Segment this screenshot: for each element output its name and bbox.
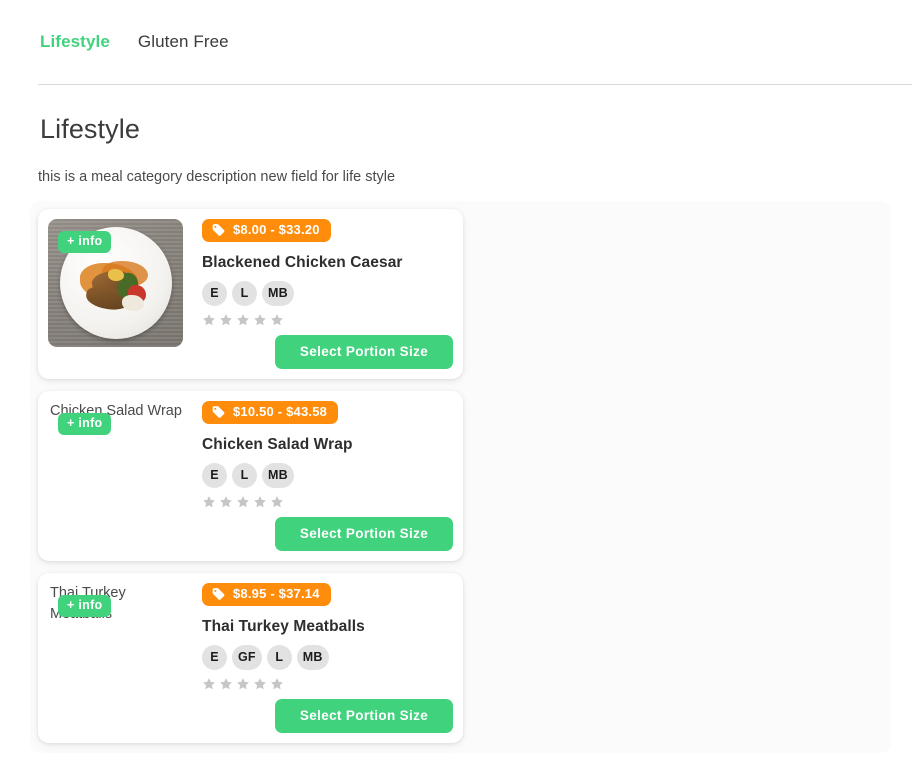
price-range-text: $8.00 - $33.20	[233, 222, 320, 237]
star-icon[interactable]	[219, 313, 233, 327]
meal-card-grid: + info $8.00 - $33.20 Blackened Chicken …	[38, 209, 883, 743]
rating-stars[interactable]	[202, 495, 453, 509]
card-actions: Select Portion Size	[202, 509, 453, 551]
meal-title: Thai Turkey Meatballs	[202, 618, 365, 635]
star-icon[interactable]	[236, 677, 250, 691]
star-icon[interactable]	[253, 495, 267, 509]
meal-thumbnail-area: Chicken Salad Wrap + info	[48, 401, 188, 551]
dietary-badge[interactable]: MB	[296, 645, 329, 670]
star-icon[interactable]	[253, 313, 267, 327]
dietary-badges: E L MB	[202, 463, 453, 488]
meal-card-container: + info $8.00 - $33.20 Blackened Chicken …	[30, 201, 891, 753]
more-info-button[interactable]: + info	[58, 413, 112, 435]
select-portion-size-button[interactable]: Select Portion Size	[275, 699, 453, 733]
card-actions: Select Portion Size	[202, 327, 453, 369]
price-tag-icon	[212, 588, 225, 600]
meal-card[interactable]: Thai Turkey Meatballs + info $8.95 - $37…	[38, 573, 463, 743]
category-content: Lifestyle this is a meal category descri…	[0, 113, 915, 761]
star-icon[interactable]	[219, 677, 233, 691]
select-portion-size-button[interactable]: Select Portion Size	[275, 335, 453, 369]
price-tag-icon	[212, 224, 225, 236]
star-icon[interactable]	[270, 677, 284, 691]
meal-details: $10.50 - $43.58 Chicken Salad Wrap E L M…	[188, 401, 453, 551]
category-tab-bar: Lifestyle Gluten Free	[0, 0, 915, 85]
meal-card[interactable]: + info $8.00 - $33.20 Blackened Chicken …	[38, 209, 463, 379]
select-portion-size-button[interactable]: Select Portion Size	[275, 517, 453, 551]
meal-card[interactable]: Chicken Salad Wrap + info $10.50 - $43.5…	[38, 391, 463, 561]
meal-title: Blackened Chicken Caesar	[202, 254, 403, 271]
star-icon[interactable]	[270, 313, 284, 327]
price-range-badge: $8.00 - $33.20	[202, 219, 331, 242]
price-range-badge: $10.50 - $43.58	[202, 401, 339, 424]
page-title: Lifestyle	[40, 114, 140, 144]
more-info-button[interactable]: + info	[58, 231, 112, 253]
dietary-badge[interactable]: MB	[262, 281, 294, 306]
star-icon[interactable]	[253, 677, 267, 691]
rating-stars[interactable]	[202, 677, 453, 691]
star-icon[interactable]	[202, 313, 216, 327]
price-range-text: $8.95 - $37.14	[233, 586, 320, 601]
meal-details: $8.00 - $33.20 Blackened Chicken Caesar …	[188, 219, 453, 369]
section-description: this is a meal category description new …	[38, 169, 396, 185]
dietary-badge[interactable]: E	[202, 281, 227, 306]
section-lifestyle: Lifestyle this is a meal category descri…	[0, 113, 901, 753]
dietary-badges: E GF L MB	[202, 645, 453, 670]
star-icon[interactable]	[236, 313, 250, 327]
price-tag-icon	[212, 406, 225, 418]
dietary-badge[interactable]: E	[202, 463, 227, 488]
star-icon[interactable]	[202, 677, 216, 691]
meal-title: Chicken Salad Wrap	[202, 436, 353, 453]
dietary-badge[interactable]: GF	[232, 645, 262, 670]
card-actions: Select Portion Size	[202, 691, 453, 733]
dietary-badge[interactable]: L	[232, 463, 257, 488]
star-icon[interactable]	[236, 495, 250, 509]
dietary-badge[interactable]: L	[266, 645, 292, 670]
star-icon[interactable]	[202, 495, 216, 509]
meal-catalog-page: Lifestyle Gluten Free Lifestyle this is …	[0, 0, 915, 761]
rating-stars[interactable]	[202, 313, 453, 327]
dietary-badge[interactable]: E	[202, 645, 227, 670]
star-icon[interactable]	[219, 495, 233, 509]
meal-thumbnail-area: + info	[48, 219, 188, 369]
price-range-text: $10.50 - $43.58	[233, 404, 328, 419]
food-shape	[78, 259, 154, 317]
more-info-button[interactable]: + info	[58, 595, 112, 617]
tab-lifestyle[interactable]: Lifestyle	[38, 30, 112, 54]
star-icon[interactable]	[270, 495, 284, 509]
price-range-badge: $8.95 - $37.14	[202, 583, 331, 606]
dietary-badge[interactable]: MB	[262, 463, 294, 488]
meal-details: $8.95 - $37.14 Thai Turkey Meatballs E G…	[188, 583, 453, 733]
dietary-badge[interactable]: L	[232, 281, 257, 306]
tab-gluten-free[interactable]: Gluten Free	[136, 30, 231, 54]
meal-thumbnail-area: Thai Turkey Meatballs + info	[48, 583, 188, 733]
dietary-badges: E L MB	[202, 281, 453, 306]
